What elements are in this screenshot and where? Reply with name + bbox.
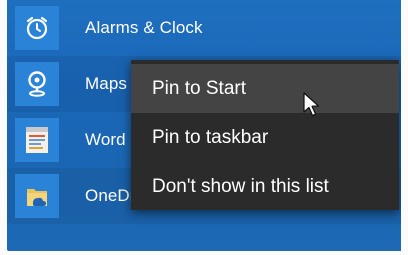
alarm-clock-icon xyxy=(15,6,59,50)
onedrive-folder-icon xyxy=(15,174,59,218)
app-label-word: Word xyxy=(85,130,126,149)
menu-item-label: Pin to taskbar xyxy=(152,126,269,148)
app-label-maps: Maps xyxy=(85,74,127,93)
screenshot-right-edge xyxy=(401,0,408,255)
context-menu: Pin to Start Pin to taskbar Don't show i… xyxy=(131,60,399,210)
mouse-cursor-icon xyxy=(303,92,320,117)
maps-icon xyxy=(15,62,59,106)
app-item-alarms-clock[interactable]: Alarms & Clock xyxy=(7,0,401,56)
menu-item-pin-to-start[interactable]: Pin to Start xyxy=(131,64,399,113)
menu-item-label: Don't show in this list xyxy=(152,175,329,197)
menu-item-pin-to-taskbar[interactable]: Pin to taskbar xyxy=(131,113,399,162)
menu-item-label: Pin to Start xyxy=(152,77,246,99)
menu-item-dont-show-in-list[interactable]: Don't show in this list xyxy=(131,162,399,211)
app-label-alarms-clock: Alarms & Clock xyxy=(85,18,203,37)
start-menu-app-list: Alarms & Clock Maps Word OneDrive Pin to… xyxy=(7,0,401,251)
word-document-icon xyxy=(15,118,59,162)
